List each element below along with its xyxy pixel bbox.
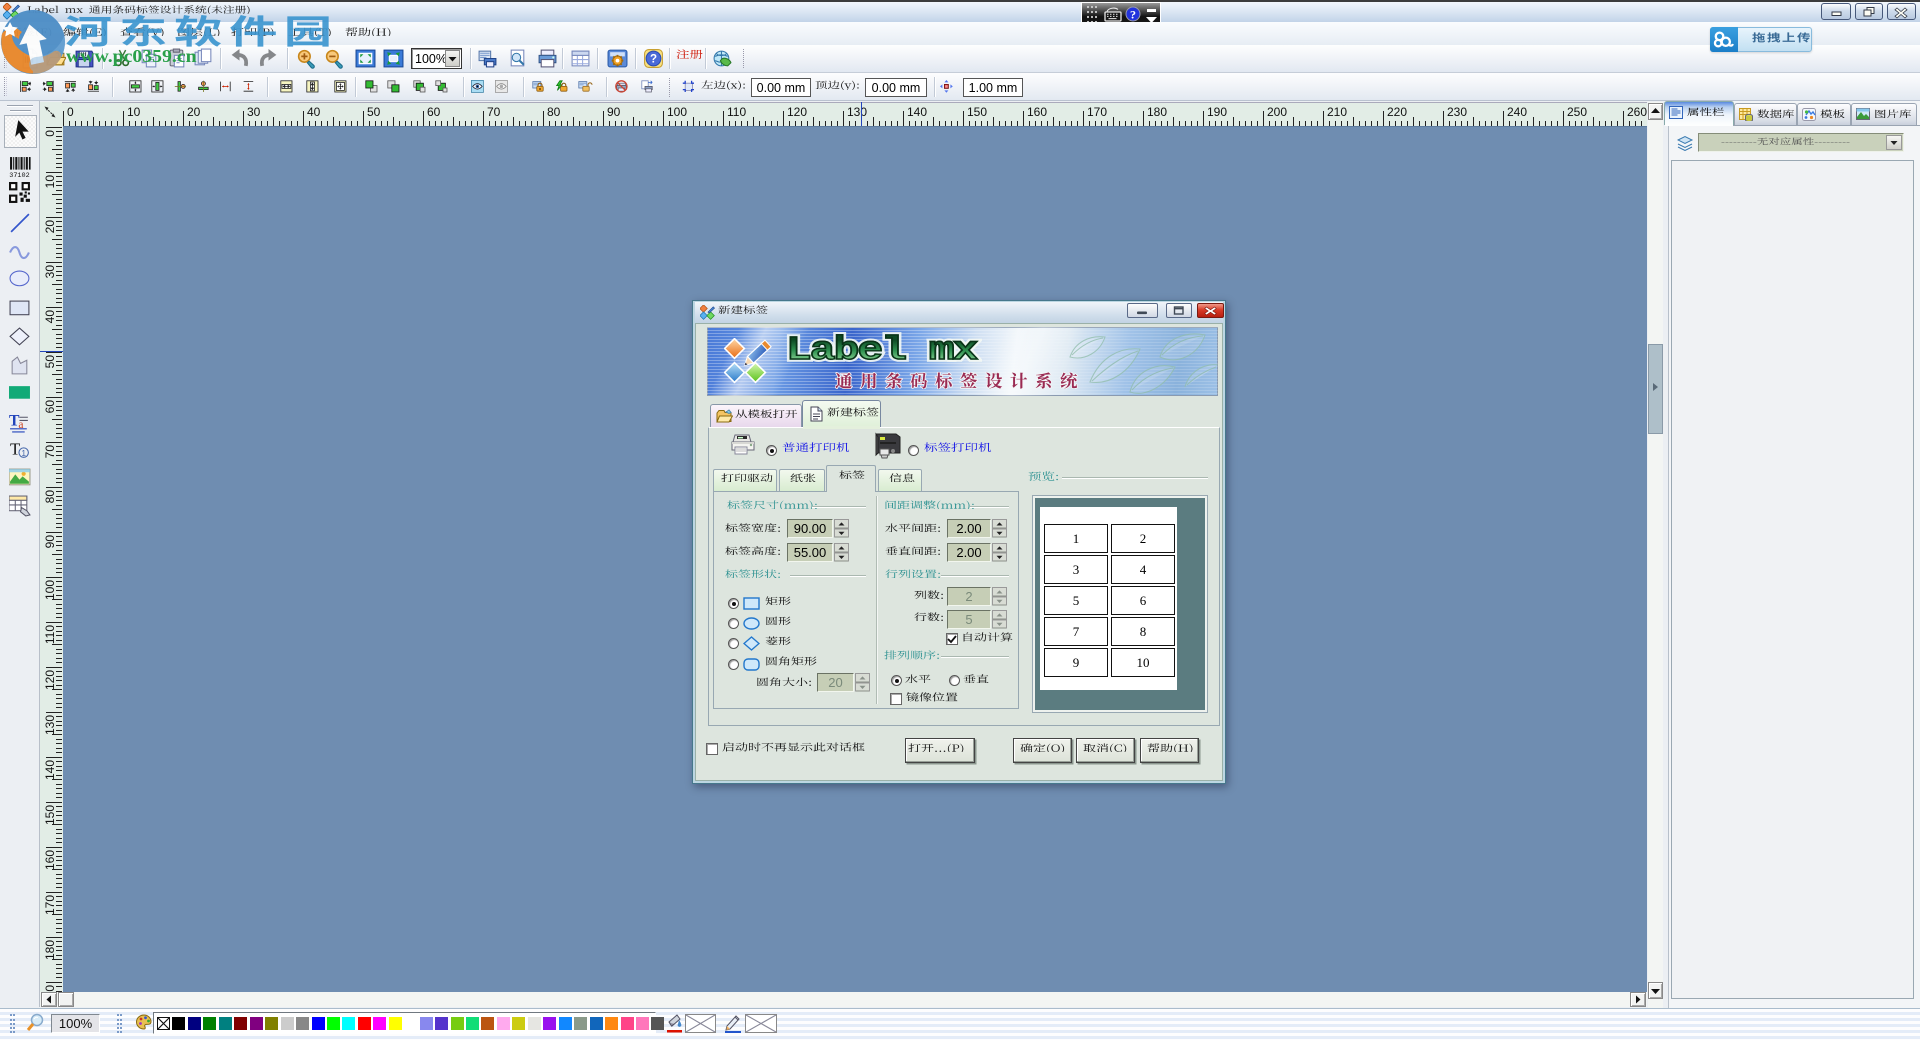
- svg-text:?: ?: [1130, 8, 1136, 22]
- svg-text:T: T: [10, 440, 20, 459]
- svg-text:?: ?: [650, 54, 657, 66]
- svg-text:37102: 37102: [9, 172, 29, 178]
- svg-text:1: 1: [21, 448, 26, 458]
